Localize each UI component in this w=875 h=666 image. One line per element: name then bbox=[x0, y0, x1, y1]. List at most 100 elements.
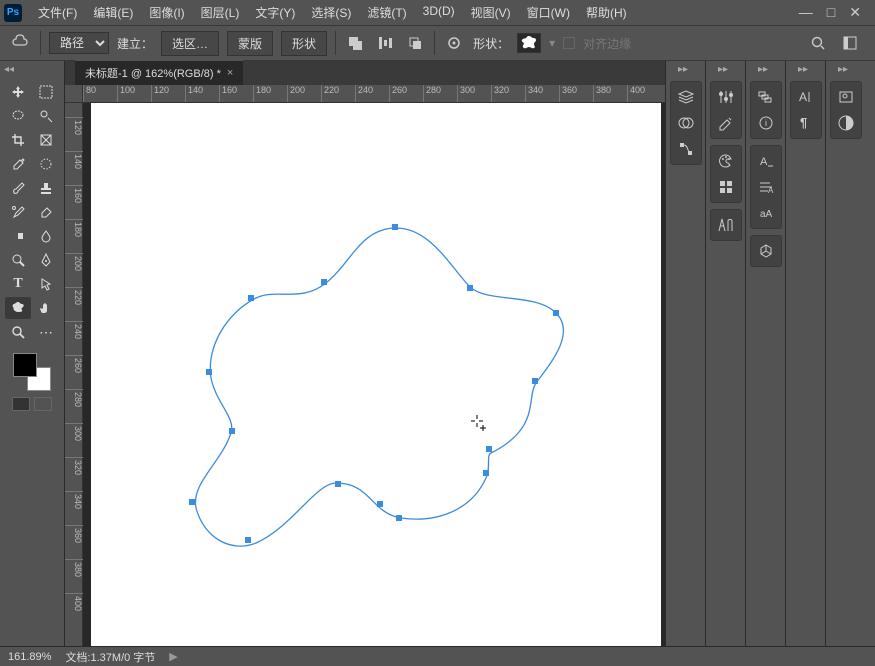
menu-filter[interactable]: 滤镜(T) bbox=[359, 0, 414, 25]
info-panel-icon[interactable] bbox=[833, 111, 859, 135]
minimize-button[interactable]: — bbox=[799, 4, 813, 21]
move-tool[interactable] bbox=[5, 81, 31, 103]
vector-path[interactable] bbox=[91, 103, 661, 646]
stamp-tool[interactable] bbox=[33, 177, 59, 199]
adjustments-panel-icon[interactable] bbox=[713, 85, 739, 109]
properties-panel-icon[interactable]: i bbox=[753, 111, 779, 135]
status-bar: 161.89% 文档:1.37M/0 字节 ▶ bbox=[0, 646, 875, 666]
navigator-panel-icon[interactable] bbox=[833, 85, 859, 109]
menu-image[interactable]: 图像(I) bbox=[141, 0, 192, 25]
tool-preset-icon[interactable] bbox=[8, 31, 32, 55]
make-selection-button[interactable]: 选区… bbox=[161, 31, 219, 56]
expand-panels-icon[interactable]: ▸▸ bbox=[798, 64, 808, 75]
type-panel-icon[interactable]: A bbox=[793, 85, 819, 109]
swatches-panel-icon[interactable] bbox=[713, 175, 739, 199]
screen-mode-icon[interactable] bbox=[34, 397, 52, 411]
search-icon[interactable] bbox=[807, 32, 829, 54]
panels-dock: ▸▸ ▸▸ ▸▸ i bbox=[665, 61, 875, 646]
paths-panel-icon[interactable] bbox=[673, 137, 699, 161]
3d-panel-icon[interactable] bbox=[753, 239, 779, 263]
foreground-color-swatch[interactable] bbox=[13, 353, 37, 377]
dodge-tool[interactable] bbox=[5, 249, 31, 271]
horizontal-ruler[interactable]: 8010012014016018020022024026028030032034… bbox=[83, 85, 665, 103]
menu-edit[interactable]: 编辑(E) bbox=[85, 0, 141, 25]
vertical-ruler[interactable]: 1201401601802002202402602803003203403603… bbox=[65, 103, 83, 646]
status-more-icon[interactable]: ▶ bbox=[169, 650, 177, 663]
gear-icon[interactable] bbox=[443, 32, 465, 54]
menu-select[interactable]: 选择(S) bbox=[303, 0, 359, 25]
lasso-tool[interactable] bbox=[5, 105, 31, 127]
glyphs-panel-icon[interactable]: aA bbox=[753, 201, 779, 225]
hand-tool[interactable] bbox=[33, 297, 59, 319]
character-panel-icon[interactable]: A bbox=[753, 149, 779, 173]
artboard[interactable] bbox=[91, 103, 661, 646]
styles-panel-icon[interactable] bbox=[713, 111, 739, 135]
paragraph-panel-icon[interactable]: A bbox=[753, 175, 779, 199]
svg-text:¶: ¶ bbox=[800, 115, 807, 130]
menu-layer[interactable]: 图层(L) bbox=[193, 0, 248, 25]
channels-panel-icon[interactable] bbox=[673, 111, 699, 135]
svg-text:i: i bbox=[765, 118, 767, 128]
zoom-level[interactable]: 161.89% bbox=[8, 651, 51, 663]
workspace-switcher-icon[interactable] bbox=[839, 32, 861, 54]
make-mask-button[interactable]: 蒙版 bbox=[227, 31, 273, 56]
options-bar: 路径 建立： 选区… 蒙版 形状 形状： ▾ 对齐边缘 bbox=[0, 25, 875, 61]
layers-panel-icon[interactable] bbox=[673, 85, 699, 109]
history-panel-icon[interactable] bbox=[753, 85, 779, 109]
mode-select[interactable]: 路径 bbox=[49, 32, 109, 54]
blur-tool[interactable] bbox=[33, 225, 59, 247]
menu-file[interactable]: 文件(F) bbox=[30, 0, 85, 25]
color-swatches[interactable] bbox=[13, 353, 51, 391]
close-tab-icon[interactable]: × bbox=[227, 67, 233, 79]
document-tab[interactable]: 未标题-1 @ 162%(RGB/8) * × bbox=[75, 60, 243, 85]
expand-panels-icon[interactable]: ▸▸ bbox=[678, 64, 688, 75]
maximize-button[interactable]: □ bbox=[827, 4, 835, 21]
canvas[interactable] bbox=[83, 103, 665, 646]
history-brush-tool[interactable] bbox=[5, 201, 31, 223]
color-panel-icon[interactable] bbox=[713, 149, 739, 173]
document-area: 未标题-1 @ 162%(RGB/8) * × 8010012014016018… bbox=[65, 61, 665, 646]
close-button[interactable]: ✕ bbox=[849, 4, 861, 21]
menu-help[interactable]: 帮助(H) bbox=[578, 0, 635, 25]
document-info[interactable]: 文档:1.37M/0 字节 bbox=[65, 649, 155, 665]
tools-panel: ◂◂ T ⋯ bbox=[0, 61, 65, 646]
quick-mask-icon[interactable] bbox=[12, 397, 30, 411]
svg-text:A: A bbox=[768, 186, 774, 195]
menu-view[interactable]: 视图(V) bbox=[463, 0, 519, 25]
quick-select-tool[interactable] bbox=[33, 105, 59, 127]
menu-type[interactable]: 文字(Y) bbox=[247, 0, 303, 25]
shape-preview[interactable] bbox=[517, 33, 541, 53]
expand-panels-icon[interactable]: ▸▸ bbox=[758, 64, 768, 75]
healing-tool[interactable] bbox=[33, 153, 59, 175]
libraries-panel-icon[interactable] bbox=[713, 213, 739, 237]
path-arrangement-icon[interactable] bbox=[404, 32, 426, 54]
menu-3d[interactable]: 3D(D) bbox=[415, 0, 463, 25]
svg-text:aA: aA bbox=[760, 209, 773, 220]
svg-text:A: A bbox=[760, 156, 768, 168]
eraser-tool[interactable] bbox=[33, 201, 59, 223]
expand-panels-icon[interactable]: ▸▸ bbox=[718, 64, 728, 75]
custom-shape-tool[interactable] bbox=[5, 297, 31, 319]
align-edges-checkbox[interactable] bbox=[563, 37, 575, 49]
path-operations-icon[interactable] bbox=[344, 32, 366, 54]
brush-tool[interactable] bbox=[5, 177, 31, 199]
document-tabs: 未标题-1 @ 162%(RGB/8) * × bbox=[65, 61, 665, 85]
menu-window[interactable]: 窗口(W) bbox=[519, 0, 578, 25]
frame-tool[interactable] bbox=[33, 129, 59, 151]
ruler-origin[interactable] bbox=[65, 85, 83, 103]
zoom-tool[interactable] bbox=[5, 321, 31, 343]
make-shape-button[interactable]: 形状 bbox=[281, 31, 327, 56]
type-tool[interactable]: T bbox=[5, 273, 31, 295]
path-select-tool[interactable] bbox=[33, 273, 59, 295]
collapse-icon[interactable]: ◂◂ bbox=[4, 64, 14, 75]
path-alignment-icon[interactable] bbox=[374, 32, 396, 54]
gradient-tool[interactable] bbox=[5, 225, 31, 247]
pen-tool[interactable] bbox=[33, 249, 59, 271]
crop-tool[interactable] bbox=[5, 129, 31, 151]
marquee-tool[interactable] bbox=[33, 81, 59, 103]
paragraph-styles-panel-icon[interactable]: ¶ bbox=[793, 111, 819, 135]
edit-toolbar-icon[interactable]: ⋯ bbox=[33, 321, 59, 343]
eyedropper-tool[interactable] bbox=[5, 153, 31, 175]
main-menu: 文件(F) 编辑(E) 图像(I) 图层(L) 文字(Y) 选择(S) 滤镜(T… bbox=[30, 0, 635, 25]
expand-panels-icon[interactable]: ▸▸ bbox=[838, 64, 848, 75]
